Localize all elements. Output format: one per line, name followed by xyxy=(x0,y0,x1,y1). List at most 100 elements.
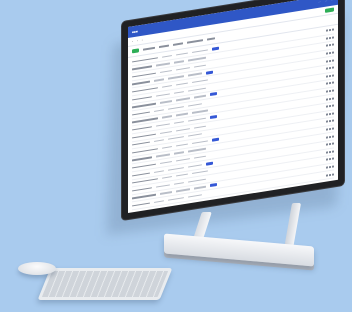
table-cell xyxy=(132,133,156,139)
action-icon xyxy=(332,135,334,138)
table-cell xyxy=(192,170,208,175)
monitor: ■■■ ··· ··· ··· • • • xyxy=(122,0,344,221)
action-icon xyxy=(326,52,328,55)
action-icon xyxy=(326,120,328,124)
table-cell xyxy=(132,193,156,200)
table-cell xyxy=(174,151,184,155)
table-cell xyxy=(132,65,152,70)
action-icon xyxy=(332,74,334,77)
action-icon xyxy=(332,112,334,115)
action-icon xyxy=(326,98,328,101)
column-header xyxy=(207,37,216,41)
action-icon xyxy=(326,181,328,184)
table-cell xyxy=(160,130,172,134)
action-icon xyxy=(329,44,331,47)
action-icon xyxy=(329,158,331,161)
table-cell xyxy=(168,197,184,201)
status-badge xyxy=(212,46,219,51)
row-actions xyxy=(326,59,334,63)
action-icon xyxy=(332,127,334,130)
filter-chip: • xyxy=(141,38,143,42)
action-icon xyxy=(329,89,331,93)
action-icon xyxy=(329,120,331,123)
table-cell xyxy=(176,173,188,177)
action-icon xyxy=(329,112,331,116)
column-header xyxy=(143,47,156,51)
action-icon xyxy=(326,60,328,63)
table-cell xyxy=(188,87,206,92)
table-cell xyxy=(176,82,188,86)
table-cell xyxy=(192,49,208,53)
row-actions xyxy=(326,66,334,70)
action-icon xyxy=(329,127,331,131)
table-cell xyxy=(160,69,172,74)
table-cell xyxy=(194,94,206,99)
action-icon xyxy=(326,82,328,86)
action-icon xyxy=(332,81,334,85)
action-icon xyxy=(326,143,328,146)
action-icon xyxy=(329,105,331,108)
action-icon xyxy=(332,59,334,62)
new-button xyxy=(132,47,140,54)
table-cell xyxy=(154,200,164,204)
action-icon xyxy=(326,113,328,116)
action-icon xyxy=(329,135,331,138)
action-icon xyxy=(332,36,334,39)
row-actions xyxy=(326,119,334,124)
header-link: ··· xyxy=(324,0,328,3)
action-icon xyxy=(332,165,334,168)
table-cell xyxy=(160,191,172,195)
status-badge xyxy=(206,70,213,75)
header-link: ··· xyxy=(318,0,321,4)
row-actions xyxy=(326,173,334,177)
table-cell xyxy=(188,56,206,62)
add-button xyxy=(325,7,334,14)
table-cell xyxy=(188,178,206,183)
table-cell xyxy=(160,161,172,165)
action-icon xyxy=(329,67,331,70)
table-cell xyxy=(154,109,164,113)
action-icon xyxy=(326,135,328,139)
table-cell xyxy=(176,204,188,208)
row-actions xyxy=(326,74,334,78)
table-cell xyxy=(176,158,190,162)
table-cell xyxy=(132,72,156,78)
table-cell xyxy=(168,105,184,110)
table-cell xyxy=(156,153,170,158)
table-cell xyxy=(156,93,170,97)
action-icon xyxy=(332,89,334,92)
table-cell xyxy=(168,75,184,80)
table-cell xyxy=(192,79,208,84)
action-icon xyxy=(329,181,331,184)
action-icon xyxy=(329,36,331,40)
table-cell xyxy=(192,140,208,144)
table-cell xyxy=(194,155,206,159)
status-badge xyxy=(210,183,217,188)
row-actions xyxy=(326,89,334,93)
table-cell xyxy=(160,100,172,104)
action-icon xyxy=(329,150,331,154)
action-icon xyxy=(329,29,331,32)
action-icon xyxy=(329,143,331,146)
action-icon xyxy=(326,158,328,162)
action-icon xyxy=(332,104,334,107)
action-icon xyxy=(329,97,331,100)
row-actions xyxy=(326,104,334,108)
table-cell xyxy=(174,90,184,94)
row-actions xyxy=(326,28,334,32)
row-actions xyxy=(326,150,334,154)
table-cell xyxy=(192,109,208,114)
action-icon xyxy=(332,28,334,32)
table-cell xyxy=(192,200,208,205)
table-cell xyxy=(132,172,150,177)
column-header xyxy=(187,39,204,44)
action-icon xyxy=(326,128,328,131)
row-actions xyxy=(326,112,334,116)
table-cell xyxy=(132,163,156,169)
table-cell xyxy=(162,206,172,210)
status-badge xyxy=(206,161,213,166)
table-cell xyxy=(188,194,202,198)
action-icon xyxy=(329,173,331,176)
action-icon xyxy=(326,67,328,70)
table-cell xyxy=(176,112,188,117)
